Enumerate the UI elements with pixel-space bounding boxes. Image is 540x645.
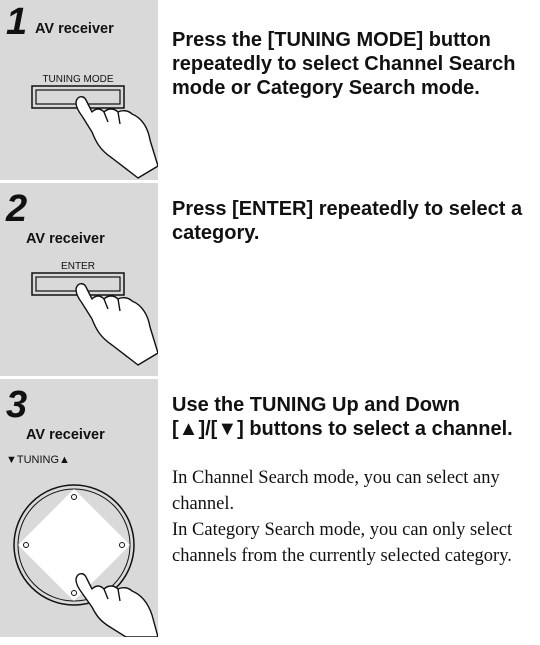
button-label-tuning: ▼TUNING▲ (6, 454, 70, 466)
enter-button-icon: ENTER (31, 261, 158, 366)
step-3-detail-channel-search: In Channel Search mode, you can select a… (172, 468, 500, 514)
step-3-details: In Channel Search mode, you can select a… (172, 465, 536, 569)
step-1-sidebar: 1 AV receiver TUNING MODE (0, 0, 158, 180)
tuning-dial-icon: ▼TUNING▲ (6, 454, 158, 637)
step-2: 2 AV receiver ENTER Press [ENTER] repeat… (0, 183, 540, 376)
pointing-hand-icon (75, 572, 158, 637)
step-2-instruction: Press [ENTER] repeatedly to select a cat… (172, 198, 523, 244)
button-label-enter: ENTER (61, 261, 95, 272)
step-1: 1 AV receiver TUNING MODE Press the [TUN… (0, 0, 540, 180)
button-label-tuning-mode: TUNING MODE (42, 74, 113, 85)
tuning-mode-button-icon: TUNING MODE (31, 74, 158, 179)
step-3-detail-category-search: In Category Search mode, you can only se… (172, 520, 513, 566)
step-3-sidebar: 3 AV receiver ▼TUNING▲ (0, 379, 158, 637)
pointing-hand-icon (75, 282, 158, 366)
step-1-instruction: Press the [TUNING MODE] button repeatedl… (172, 29, 516, 99)
step-2-sidebar: 2 AV receiver ENTER (0, 183, 158, 376)
step-3-instruction: Use the TUNING Up and Down [▲]/[▼] butto… (172, 394, 513, 440)
pointing-hand-icon (75, 95, 158, 179)
step-3: 3 AV receiver ▼TUNING▲ Use the TUNING Up… (0, 379, 540, 645)
